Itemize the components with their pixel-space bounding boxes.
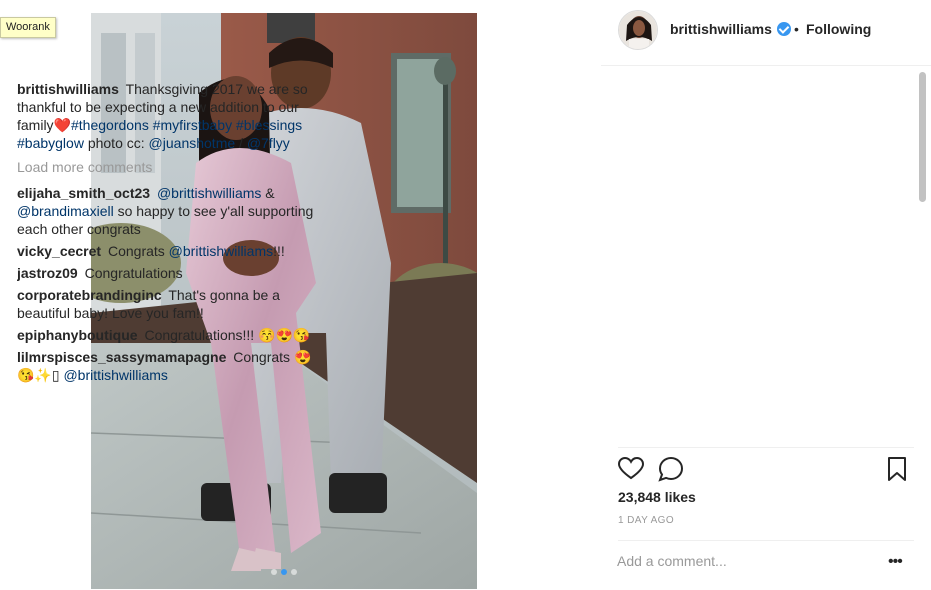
comment-text: & — [265, 185, 275, 201]
post-actions-bar — [617, 455, 914, 483]
list-item: epiphanyboutique Congratulations!!! 😚😍😘 — [17, 326, 317, 344]
verified-badge-icon — [777, 22, 791, 36]
heart-emoji: ❤️ — [53, 117, 71, 133]
heart-icon[interactable] — [617, 455, 645, 483]
comment-text: Congratulations — [84, 265, 183, 281]
comment-username[interactable]: lilmrspisces_sassymamapagne — [17, 349, 226, 365]
woorank-extension-badge[interactable]: Woorank — [0, 17, 56, 38]
comments-list: brittishwilliams Thanksgiving 2017 we ar… — [17, 80, 317, 445]
post-author-username[interactable]: brittishwilliams — [670, 21, 772, 37]
list-item: corporatebrandinginc That's gonna be a b… — [17, 286, 317, 322]
likes-count[interactable]: 23,848 likes — [618, 489, 696, 505]
following-button[interactable]: Following — [806, 21, 871, 37]
mention-link[interactable]: @juanshotme — [149, 135, 236, 151]
mention-link[interactable]: @brittishwilliams — [63, 367, 167, 383]
comment-text: !!! — [273, 243, 285, 259]
scrollbar-thumb[interactable] — [919, 72, 926, 202]
post-header: brittishwilliams • Following — [601, 0, 931, 66]
list-item: jastroz09 Congratulations — [17, 264, 317, 282]
add-comment-input[interactable]: Add a comment... — [617, 553, 727, 569]
caption-username[interactable]: brittishwilliams — [17, 81, 119, 97]
carousel-dot-active[interactable] — [281, 569, 287, 575]
credit-separator: / — [239, 135, 243, 151]
comment-username[interactable]: epiphanyboutique — [17, 327, 138, 343]
header-separator: • — [794, 21, 799, 37]
load-more-comments-button[interactable]: Load more comments — [17, 158, 317, 176]
caption: brittishwilliams Thanksgiving 2017 we ar… — [17, 80, 317, 152]
comment-username[interactable]: corporatebrandinginc — [17, 287, 162, 303]
photo-credit-label: photo cc: — [87, 135, 145, 151]
list-item: elijaha_smith_oct23 @brittishwilliams & … — [17, 184, 317, 238]
carousel-indicator — [271, 569, 297, 575]
mention-link[interactable]: @brandimaxiell — [17, 203, 114, 219]
bookmark-icon[interactable] — [883, 455, 911, 483]
comment-icon[interactable] — [657, 455, 685, 483]
divider — [618, 540, 914, 541]
mention-link[interactable]: @7flyy — [247, 135, 290, 151]
avatar[interactable] — [618, 10, 658, 50]
comment-text: Congrats — [107, 243, 165, 259]
comment-username[interactable]: jastroz09 — [17, 265, 78, 281]
list-item: lilmrspisces_sassymamapagne Congrats 😍😘✨… — [17, 348, 317, 384]
mention-link[interactable]: @brittishwilliams — [169, 243, 273, 259]
divider — [618, 447, 914, 448]
comments-scrollbar[interactable] — [916, 70, 926, 446]
carousel-dot[interactable] — [291, 569, 297, 575]
post-timestamp[interactable]: 1 DAY AGO — [618, 515, 674, 526]
comment-username[interactable]: vicky_cecret — [17, 243, 101, 259]
hashtag-link[interactable]: #babyglow — [17, 135, 84, 151]
hashtag-link[interactable]: #blessings — [236, 117, 302, 133]
list-item: vicky_cecret Congrats @brittishwilliams!… — [17, 242, 317, 260]
hashtag-link[interactable]: #myfirstbaby — [153, 117, 232, 133]
hashtag-link[interactable]: #thegordons — [71, 117, 149, 133]
comment-text: Congrats — [233, 349, 291, 365]
comment-username[interactable]: elijaha_smith_oct23 — [17, 185, 150, 201]
mention-link[interactable]: @brittishwilliams — [157, 185, 261, 201]
carousel-dot[interactable] — [271, 569, 277, 575]
avatar-image — [619, 11, 657, 49]
comment-text: Congratulations!!! 😚😍😘 — [144, 327, 311, 343]
more-options-button[interactable]: ••• — [888, 553, 903, 571]
